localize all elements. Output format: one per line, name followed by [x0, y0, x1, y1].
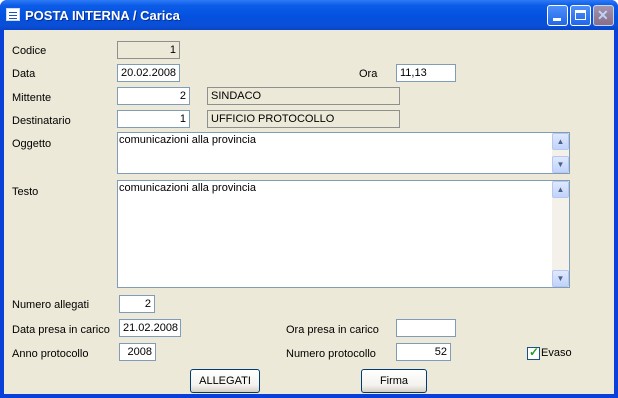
- scroll-down-icon[interactable]: ▼: [552, 270, 569, 287]
- window-title: POSTA INTERNA / Carica: [25, 8, 180, 23]
- evaso-label[interactable]: Evaso: [541, 347, 572, 359]
- data-label: Data: [12, 68, 36, 80]
- data-field[interactable]: 20.02.2008: [117, 64, 180, 82]
- numero-allegati-label: Numero allegati: [12, 299, 90, 311]
- scroll-down-icon[interactable]: ▼: [552, 156, 569, 173]
- data-presa-in-carico-label: Data presa in carico: [12, 324, 110, 336]
- mittente-name-field: SINDACO: [207, 87, 400, 105]
- evaso-checkbox[interactable]: ✓: [527, 345, 540, 360]
- oggetto-textarea[interactable]: comunicazioni alla provincia ▲ ▼: [117, 132, 570, 174]
- destinatario-label: Destinatario: [12, 115, 71, 127]
- ora-label: Ora: [359, 68, 378, 80]
- firma-button[interactable]: Firma: [361, 369, 427, 393]
- allegati-button[interactable]: ALLEGATI: [190, 369, 260, 393]
- testo-textarea[interactable]: comunicazioni alla provincia ▲ ▼: [117, 180, 570, 288]
- minimize-button[interactable]: [547, 5, 568, 26]
- title-bar[interactable]: POSTA INTERNA / Carica ✕: [0, 0, 618, 30]
- minimize-icon: [553, 18, 561, 21]
- oggetto-label: Oggetto: [12, 138, 52, 150]
- maximize-icon: [575, 10, 586, 20]
- scroll-up-icon[interactable]: ▲: [552, 181, 569, 198]
- oggetto-text: comunicazioni alla provincia: [119, 134, 256, 146]
- form-window-icon[interactable]: [6, 8, 20, 21]
- ora-presa-in-carico-field[interactable]: [396, 319, 456, 337]
- numero-protocollo-label: Numero protocollo: [286, 348, 376, 360]
- close-button[interactable]: ✕: [593, 5, 614, 26]
- testo-label: Testo: [12, 186, 39, 198]
- data-presa-in-carico-field[interactable]: 21.02.2008: [119, 319, 181, 337]
- form-body: Codice 1 Data 20.02.2008 Ora 11,13 Mitte…: [4, 30, 614, 394]
- codice-field: 1: [117, 41, 180, 59]
- mittente-label: Mittente: [12, 92, 52, 104]
- ora-field[interactable]: 11,13: [396, 64, 456, 82]
- numero-allegati-field[interactable]: 2: [119, 295, 155, 313]
- codice-label: Codice: [12, 45, 47, 57]
- anno-protocollo-field[interactable]: 2008: [119, 343, 156, 361]
- ora-presa-in-carico-label: Ora presa in carico: [286, 324, 379, 336]
- destinatario-name-field: UFFICIO PROTOCOLLO: [207, 110, 400, 128]
- testo-text: comunicazioni alla provincia: [119, 182, 256, 194]
- mittente-code-field[interactable]: 2: [117, 87, 190, 105]
- check-icon: ✓: [529, 345, 540, 359]
- testo-scrollbar[interactable]: ▲ ▼: [552, 181, 569, 287]
- close-icon: ✕: [597, 7, 609, 23]
- maximize-button[interactable]: [570, 5, 591, 26]
- destinatario-code-field[interactable]: 1: [117, 110, 190, 128]
- app-window: POSTA INTERNA / Carica ✕ Codice 1 Data 2…: [0, 0, 618, 398]
- numero-protocollo-field[interactable]: 52: [396, 343, 451, 361]
- scroll-up-icon[interactable]: ▲: [552, 133, 569, 150]
- oggetto-scrollbar[interactable]: ▲ ▼: [552, 133, 569, 173]
- anno-protocollo-label: Anno protocollo: [12, 348, 89, 360]
